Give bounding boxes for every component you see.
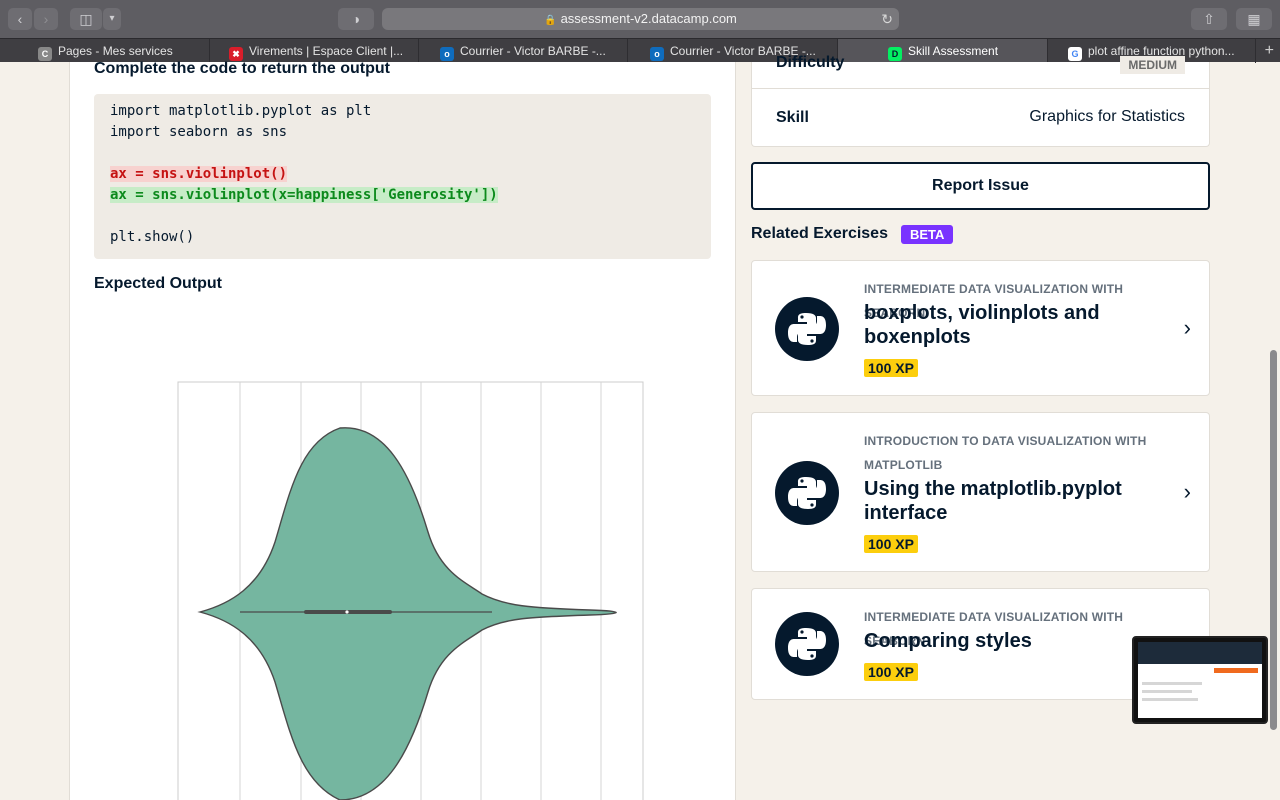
- browser-tab-active[interactable]: D Skill Assessment: [838, 39, 1048, 63]
- tab-bar: C Pages - Mes services ✖ Virements | Espac…: [0, 38, 1280, 63]
- url-text: assessment-v2.datacamp.com: [560, 11, 737, 26]
- thumbnail-line: [1142, 698, 1198, 701]
- violin-median: [345, 610, 349, 614]
- exercise-title: Using the matplotlib.pyplot interface: [864, 478, 1122, 524]
- related-exercise-card[interactable]: INTRODUCTION TO DATA VISUALIZATION WITH …: [751, 412, 1210, 572]
- code-line: plt.show(): [110, 229, 195, 245]
- favicon-icon: ✖: [229, 47, 243, 61]
- xp-badge: 100 XP: [864, 359, 918, 377]
- beta-badge: BETA: [901, 225, 954, 244]
- thumbnail-line: [1142, 682, 1202, 685]
- exercise-title: boxplots, violinplots and boxenplots: [864, 302, 1100, 348]
- skill-label: Skill: [776, 109, 809, 126]
- new-tab-icon[interactable]: +: [1265, 39, 1274, 63]
- favicon-icon: C: [38, 47, 52, 61]
- favicon-icon: D: [888, 47, 902, 61]
- violin-plot: [177, 381, 644, 800]
- tab-label: Pages - Mes services: [58, 44, 173, 58]
- thumbnail-accent: [1214, 668, 1258, 673]
- expected-output-label: Expected Output: [94, 275, 223, 292]
- chevron-down-icon[interactable]: ▾: [103, 8, 121, 30]
- favicon-icon: o: [440, 47, 454, 61]
- browser-tab[interactable]: o Courrier - Victor BARBE -...: [432, 39, 628, 63]
- address-bar[interactable]: 🔒 assessment-v2.datacamp.com ↻: [382, 8, 899, 30]
- python-icon: [775, 461, 839, 525]
- tab-label: Virements | Espace Client |...: [249, 44, 404, 58]
- related-exercise-card[interactable]: INTERMEDIATE DATA VISUALIZATION WITH SEA…: [751, 260, 1210, 396]
- screenshot-thumbnail[interactable]: [1132, 636, 1268, 724]
- python-icon: [775, 612, 839, 676]
- chevron-right-icon: ›: [1183, 315, 1191, 340]
- code-line: import seaborn as sns: [110, 124, 288, 140]
- chevron-right-icon: ›: [1183, 479, 1191, 504]
- python-icon: [775, 297, 839, 361]
- skill-value: Graphics for Statistics: [1029, 108, 1185, 125]
- sidebar-icon[interactable]: ◫: [70, 8, 102, 30]
- lock-icon: 🔒: [544, 15, 557, 26]
- xp-badge: 100 XP: [864, 535, 918, 553]
- forward-icon[interactable]: ›: [34, 8, 58, 30]
- xp-badge: 100 XP: [864, 663, 918, 681]
- divider: [752, 88, 1209, 89]
- privacy-shield-icon[interactable]: ◑: [338, 8, 374, 30]
- difficulty-label: Difficulty: [776, 54, 845, 71]
- details-card: Difficulty MEDIUM Skill Graphics for Sta…: [751, 54, 1210, 147]
- back-icon[interactable]: ‹: [8, 8, 32, 30]
- related-exercises-title: Related Exercises: [751, 225, 888, 242]
- code-line-removed: ax = sns.violinplot(): [110, 166, 288, 182]
- scrollbar[interactable]: [1270, 350, 1277, 730]
- tab-label: Skill Assessment: [908, 44, 999, 58]
- python-logo: [788, 313, 826, 345]
- tab-overview-icon[interactable]: ▦: [1236, 8, 1272, 30]
- exercise-title: Comparing styles: [864, 630, 1032, 652]
- code-block: import matplotlib.pyplot as plt import s…: [94, 94, 711, 259]
- exercise-heading: Complete the code to return the output: [94, 60, 390, 77]
- favicon-icon: o: [650, 47, 664, 61]
- thumbnail-preview: [1138, 642, 1262, 718]
- share-icon[interactable]: ⇧: [1191, 8, 1227, 30]
- report-issue-button[interactable]: Report Issue: [751, 162, 1210, 210]
- difficulty-badge: MEDIUM: [1120, 56, 1185, 74]
- reload-icon[interactable]: ↻: [881, 8, 893, 30]
- course-name: INTRODUCTION TO DATA VISUALIZATION WITH …: [864, 434, 1147, 472]
- python-logo: [788, 477, 826, 509]
- thumbnail-line: [1142, 690, 1192, 693]
- favicon-icon: G: [1068, 47, 1082, 61]
- browser-toolbar: ‹ › ◫ ▾ ◑ 🔒 assessment-v2.datacamp.com ↻ …: [0, 0, 1280, 38]
- tab-label: Courrier - Victor BARBE -...: [460, 44, 606, 58]
- python-logo: [788, 628, 826, 660]
- code-line: import matplotlib.pyplot as plt: [110, 103, 372, 119]
- code-line-added: ax = sns.violinplot(x=happiness['Generos…: [110, 187, 498, 203]
- thumbnail-header: [1138, 642, 1262, 664]
